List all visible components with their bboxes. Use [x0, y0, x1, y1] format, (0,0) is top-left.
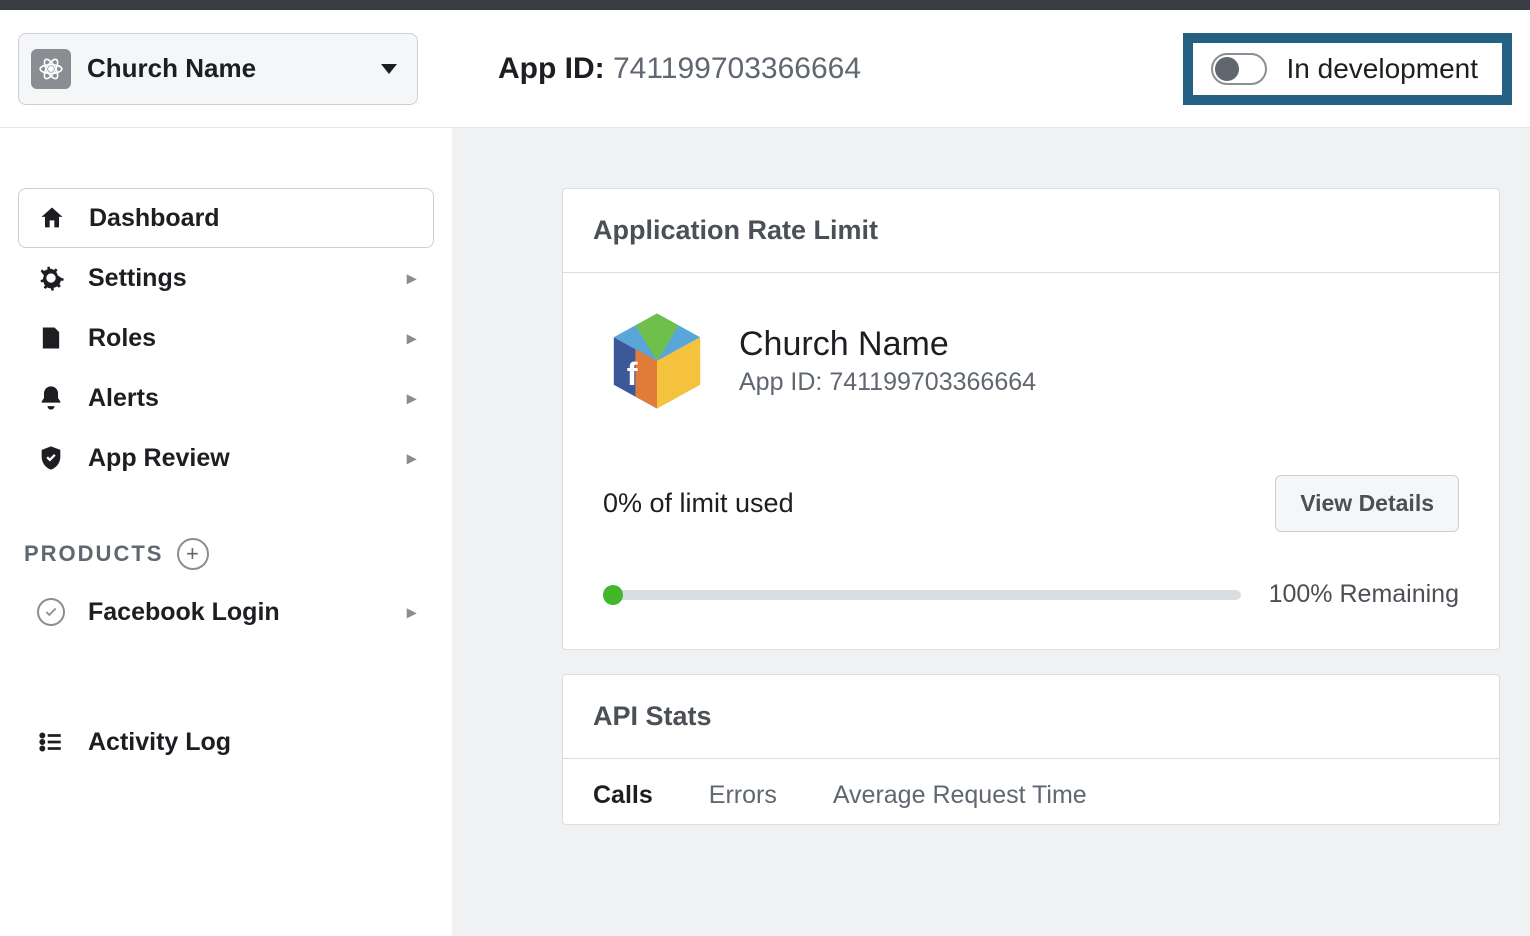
app-id-value: 741199703366664 [613, 52, 861, 85]
dev-mode-toggle[interactable] [1211, 53, 1267, 85]
app-name: Church Name [739, 325, 1036, 364]
rate-limit-card: Application Rate Limit f [562, 188, 1500, 650]
sidebar-item-label: Roles [88, 324, 156, 353]
app-summary-row: f Church Name App ID: 741199703366664 [603, 307, 1459, 415]
sidebar-item-facebook-login[interactable]: Facebook Login ▸ [18, 582, 434, 642]
roles-icon [36, 323, 66, 353]
tab-errors[interactable]: Errors [709, 781, 777, 824]
sidebar-item-label: App Review [88, 444, 230, 473]
chevron-right-icon: ▸ [407, 448, 416, 469]
remaining-text: 100% Remaining [1269, 580, 1459, 609]
sidebar-item-settings[interactable]: Settings ▸ [18, 248, 434, 308]
gear-icon [36, 263, 66, 293]
tab-calls[interactable]: Calls [593, 781, 653, 824]
app-id-label: App ID: [498, 52, 605, 85]
chevron-right-icon: ▸ [407, 328, 416, 349]
sidebar-item-label: Dashboard [89, 204, 220, 233]
chevron-right-icon: ▸ [407, 268, 416, 289]
add-product-button[interactable]: + [177, 538, 209, 570]
rate-limit-card-title: Application Rate Limit [563, 189, 1499, 273]
app-id-sub: App ID: 741199703366664 [739, 368, 1036, 397]
sidebar-item-roles[interactable]: Roles ▸ [18, 308, 434, 368]
list-icon [36, 727, 66, 757]
topbar: Church Name App ID: 741199703366664 In d… [0, 10, 1530, 128]
products-header-label: PRODUCTS [24, 541, 163, 567]
sidebar-item-label: Facebook Login [88, 598, 280, 627]
chevron-right-icon: ▸ [407, 602, 416, 623]
sidebar-item-alerts[interactable]: Alerts ▸ [18, 368, 434, 428]
dev-status-text: In development [1287, 53, 1478, 85]
sidebar-item-label: Alerts [88, 384, 159, 413]
app-id-display: App ID: 741199703366664 [498, 52, 861, 86]
app-selector[interactable]: Church Name [18, 33, 418, 105]
shield-icon [36, 443, 66, 473]
api-stats-card: API Stats Calls Errors Average Request T… [562, 674, 1500, 825]
sidebar-item-label: Activity Log [88, 728, 231, 757]
sidebar-item-app-review[interactable]: App Review ▸ [18, 428, 434, 488]
sidebar-item-activity-log[interactable]: Activity Log [18, 712, 434, 772]
bell-icon [36, 383, 66, 413]
products-header: PRODUCTS + [18, 538, 434, 570]
tab-avg-request-time[interactable]: Average Request Time [833, 781, 1087, 824]
app-cube-icon: f [603, 307, 711, 415]
home-icon [37, 203, 67, 233]
status-highlight-box: In development [1183, 33, 1512, 105]
rate-limit-progress [603, 590, 1241, 600]
api-stats-tabs: Calls Errors Average Request Time [563, 759, 1499, 824]
main-content: Application Rate Limit f [452, 128, 1530, 936]
sidebar-item-dashboard[interactable]: Dashboard [18, 188, 434, 248]
limit-used-text: 0% of limit used [603, 488, 794, 519]
svg-text:f: f [627, 356, 638, 392]
toggle-knob [1215, 57, 1239, 81]
sidebar-item-label: Settings [88, 264, 187, 293]
chevron-right-icon: ▸ [407, 388, 416, 409]
caret-down-icon [381, 64, 397, 74]
sidebar: Dashboard Settings ▸ Roles ▸ Alerts ▸ [0, 128, 452, 936]
check-circle-icon [36, 597, 66, 627]
api-stats-title: API Stats [563, 675, 1499, 759]
app-selector-label: Church Name [87, 53, 256, 84]
atom-icon [31, 49, 71, 89]
view-details-button[interactable]: View Details [1275, 475, 1459, 532]
progress-dot [603, 585, 623, 605]
